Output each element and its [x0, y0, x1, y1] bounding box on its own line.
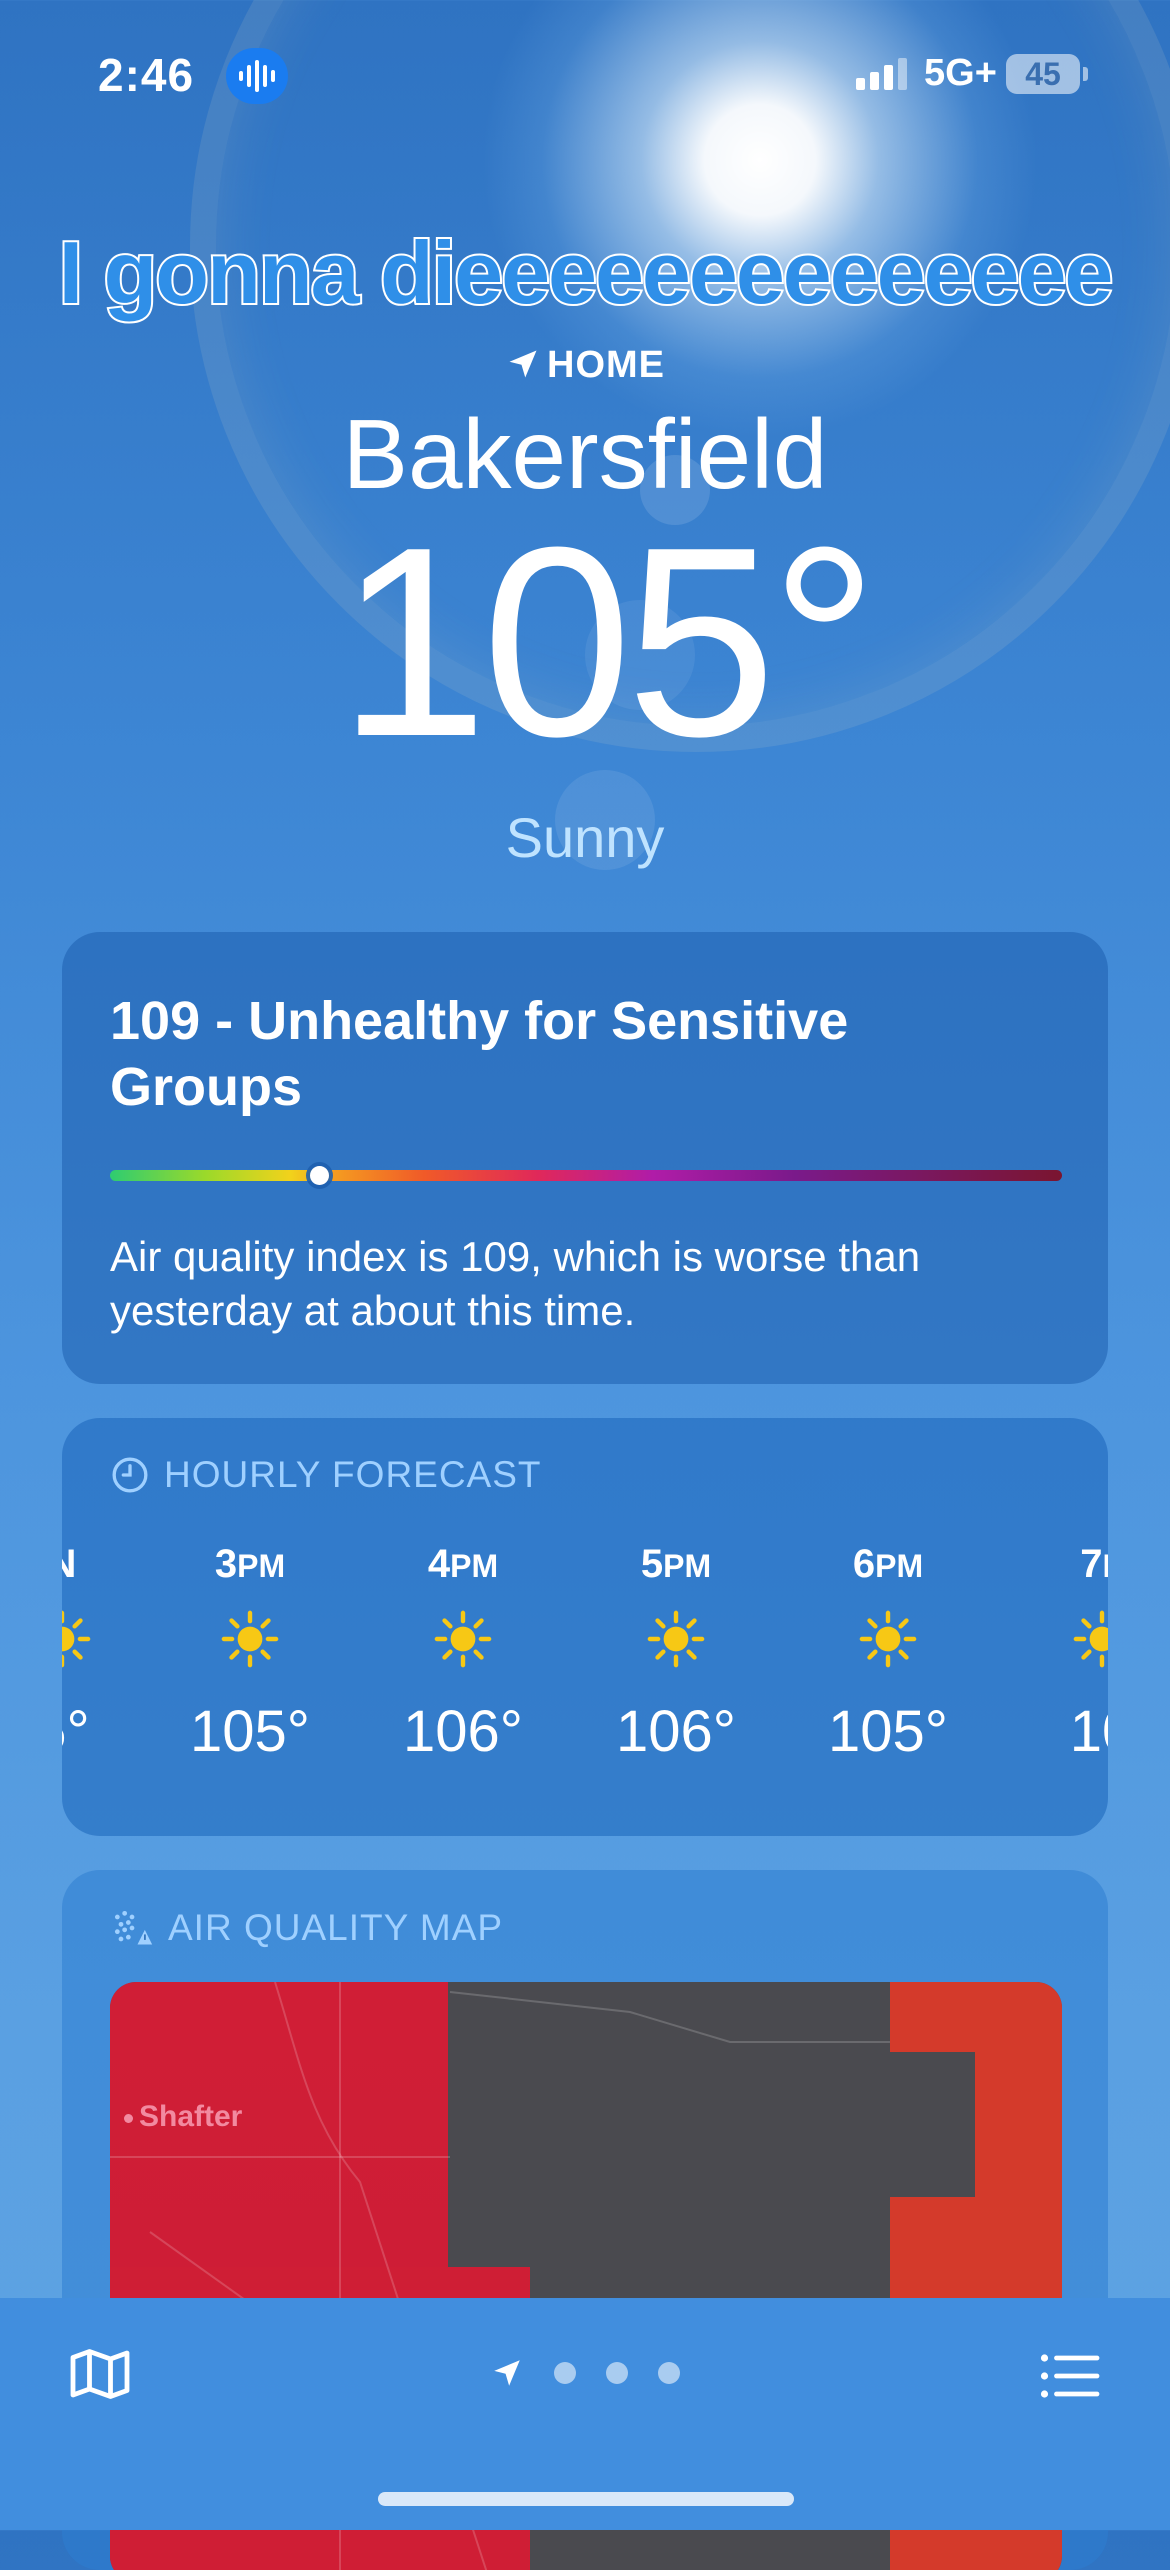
- hourly-forecast-header: HOURLY FORECAST: [110, 1454, 542, 1496]
- battery-level: 45: [1025, 55, 1061, 92]
- voice-recording-icon[interactable]: [226, 48, 288, 104]
- page-dot[interactable]: [658, 2362, 680, 2384]
- location-arrow-icon: [509, 350, 537, 378]
- hourly-temperature: 106°: [616, 1699, 736, 1764]
- home-indicator[interactable]: [378, 2492, 794, 2506]
- location-pager[interactable]: [0, 2356, 1170, 2390]
- page-dot[interactable]: [606, 2362, 628, 2384]
- hourly-strip[interactable]: N5°3PM105°4PM106°5PM106°6PM105°7P10: [62, 1534, 1108, 1814]
- hourly-item: 7P 10: [1002, 1534, 1108, 1780]
- sun-icon: [150, 1594, 350, 1684]
- sun-icon: [62, 1594, 162, 1684]
- cellular-signal-icon: [856, 58, 907, 90]
- hourly-temperature: 5°: [62, 1699, 90, 1764]
- hourly-time-suffix: PM: [875, 1548, 924, 1584]
- hourly-time: 7P: [1002, 1534, 1108, 1594]
- hourly-item: 4PM 106°: [363, 1534, 563, 1780]
- air-quality-map-title: AIR QUALITY MAP: [168, 1907, 504, 1948]
- caption-overlay: I gonna dieeeeeeeeeeeeee: [57, 221, 1116, 324]
- hourly-item: 3PM 105°: [150, 1534, 350, 1780]
- hourly-forecast-title: HOURLY FORECAST: [164, 1454, 542, 1495]
- hourly-temperature: 105°: [828, 1699, 948, 1764]
- current-condition: Sunny: [505, 806, 665, 869]
- hourly-time-suffix: P: [1102, 1548, 1108, 1584]
- status-time: 2:46: [98, 49, 195, 101]
- current-location-page-icon[interactable]: [490, 2356, 524, 2390]
- hourly-time-number: 4: [427, 1542, 451, 1586]
- hourly-time: 6PM: [788, 1534, 988, 1594]
- hourly-time-number: 7: [1080, 1542, 1103, 1586]
- aqi-scale-bar: [110, 1170, 1062, 1181]
- sun-icon: [788, 1594, 988, 1684]
- sun-icon: [363, 1594, 563, 1684]
- hourly-time-number: 6: [852, 1542, 876, 1586]
- hourly-temperature: 106°: [403, 1699, 523, 1764]
- hourly-time: 4PM: [363, 1534, 563, 1594]
- aqi-scale-indicator: [310, 1166, 330, 1185]
- current-temperature: 105°: [337, 492, 878, 793]
- clock-icon: [112, 1457, 148, 1493]
- page-dot[interactable]: [554, 2362, 576, 2384]
- battery-icon: 45: [1006, 54, 1080, 94]
- hourly-time: 3PM: [150, 1534, 350, 1594]
- battery-nub: [1083, 67, 1088, 81]
- map-place-label[interactable]: Shafter: [124, 2100, 242, 2134]
- hourly-time-suffix: PM: [663, 1548, 712, 1584]
- network-type: 5G+: [924, 52, 997, 94]
- hourly-time-suffix: PM: [237, 1548, 286, 1584]
- hourly-time-number: 3: [214, 1542, 238, 1586]
- location-label-row: HOME: [0, 344, 1170, 387]
- hourly-item: N 5°: [62, 1534, 162, 1780]
- hourly-time-suffix: PM: [450, 1548, 499, 1584]
- air-quality-card[interactable]: 109 - Unhealthy for Sensitive Groups Air…: [62, 932, 1108, 1384]
- hourly-time-number: N: [62, 1542, 76, 1586]
- sun-icon: [576, 1594, 776, 1684]
- air-quality-map-header: AIR QUALITY MAP: [110, 1906, 503, 1950]
- hourly-temperature: 10: [1069, 1699, 1108, 1764]
- sun-icon: [1002, 1594, 1108, 1684]
- hourly-forecast-card[interactable]: HOURLY FORECAST N5°3PM105°4PM106°5PM106°…: [62, 1418, 1108, 1836]
- hourly-time: N: [62, 1534, 162, 1594]
- hourly-temperature: 105°: [190, 1699, 310, 1764]
- location-label: HOME: [547, 344, 665, 386]
- location-list-icon[interactable]: [1034, 2340, 1106, 2412]
- hourly-time-number: 5: [640, 1542, 664, 1586]
- hourly-item: 6PM 105°: [788, 1534, 988, 1780]
- air-quality-dots-icon: [114, 1910, 153, 1945]
- hourly-item: 5PM 106°: [576, 1534, 776, 1780]
- aqi-description: Air quality index is 109, which is worse…: [110, 1233, 921, 1334]
- hourly-time: 5PM: [576, 1534, 776, 1594]
- aqi-title: 109 - Unhealthy for Sensitive Groups: [110, 991, 849, 1117]
